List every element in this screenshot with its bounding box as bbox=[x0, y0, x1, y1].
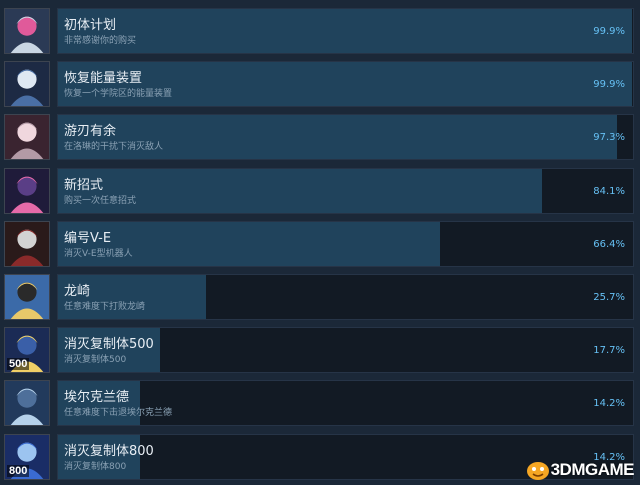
achievement-icon-longqi bbox=[4, 274, 50, 320]
progress-track: 编号V-E 消灭V-E型机器人 66.4% bbox=[57, 221, 634, 267]
progress-track: 埃尔克兰德任意难度下击退埃尔克兰德 14.2% bbox=[57, 380, 634, 426]
achievement-icon-blade bbox=[4, 114, 50, 160]
achievement-row[interactable]: 500 消灭复制体500 消灭复制体500 17.7% bbox=[0, 325, 640, 378]
achievement-icon-energy-device bbox=[4, 61, 50, 107]
unlock-percentage: 25.7% bbox=[593, 292, 625, 303]
progress-fill bbox=[58, 9, 633, 53]
achievement-row[interactable]: 新招式购买一次任意招式 84.1% bbox=[0, 166, 640, 219]
achievement-row[interactable]: 初体计划非常感谢你的购买 99.9% bbox=[0, 6, 640, 59]
achievement-icon-new-move bbox=[4, 168, 50, 214]
achievement-description: 非常感谢你的购买 bbox=[64, 36, 137, 46]
achievement-title: 游刃有余 bbox=[64, 124, 117, 139]
progress-fill bbox=[58, 62, 633, 106]
watermark-text: 3DMGAME bbox=[550, 460, 635, 479]
achievement-description: 恢复一个学院区的能量装置 bbox=[64, 89, 173, 99]
achievement-title: 新招式 bbox=[64, 178, 104, 193]
watermark-logo-icon bbox=[526, 462, 549, 480]
progress-fill bbox=[58, 222, 440, 266]
progress-track: 新招式购买一次任意招式 84.1% bbox=[57, 168, 634, 214]
unlock-percentage: 14.2% bbox=[593, 398, 625, 409]
progress-track: 龙崎任意难度下打败龙崎 25.7% bbox=[57, 274, 634, 320]
achievement-description: 消灭V-E型机器人 bbox=[64, 249, 133, 259]
unlock-percentage: 97.3% bbox=[593, 132, 625, 143]
achievement-description: 消灭复制体500 bbox=[64, 355, 127, 365]
achievement-description: 购买一次任意招式 bbox=[64, 196, 137, 206]
achievement-description: 任意难度下击退埃尔克兰德 bbox=[64, 408, 173, 418]
progress-track: 恢复能量装置恢复一个学院区的能量装置 99.9% bbox=[57, 61, 634, 107]
unlock-percentage: 99.9% bbox=[593, 26, 625, 37]
achievement-icon-clone-800: 800 bbox=[4, 434, 50, 480]
achievement-row[interactable]: 游刃有余在洛琳的干扰下消灭敌人 97.3% bbox=[0, 112, 640, 165]
progress-fill bbox=[58, 115, 618, 159]
achievement-icon-robot bbox=[4, 221, 50, 267]
achievement-title: 消灭复制体800 bbox=[64, 444, 154, 459]
achievement-row[interactable]: 恢复能量装置恢复一个学院区的能量装置 99.9% bbox=[0, 59, 640, 112]
progress-track: 消灭复制体500 消灭复制体500 17.7% bbox=[57, 327, 634, 373]
achievement-row[interactable]: 埃尔克兰德任意难度下击退埃尔克兰德 14.2% bbox=[0, 378, 640, 431]
achievement-description: 消灭复制体800 bbox=[64, 462, 127, 472]
achievement-title: 恢复能量装置 bbox=[64, 71, 143, 86]
count-badge: 800 bbox=[7, 465, 30, 477]
achievement-title: 消灭复制体500 bbox=[64, 337, 154, 352]
achievement-icon-first-plan bbox=[4, 8, 50, 54]
progress-track: 游刃有余在洛琳的干扰下消灭敌人 97.3% bbox=[57, 114, 634, 160]
progress-fill bbox=[58, 169, 542, 213]
unlock-percentage: 99.9% bbox=[593, 79, 625, 90]
watermark: 3DMGAME bbox=[525, 459, 635, 481]
achievement-icon-erkelande bbox=[4, 380, 50, 426]
achievement-description: 在洛琳的干扰下消灭敌人 bbox=[64, 142, 164, 152]
achievement-description: 任意难度下打败龙崎 bbox=[64, 302, 146, 312]
achievement-title: 初体计划 bbox=[64, 18, 117, 33]
achievement-row[interactable]: 龙崎任意难度下打败龙崎 25.7% bbox=[0, 272, 640, 325]
unlock-percentage: 17.7% bbox=[593, 345, 625, 356]
achievement-icon-clone-500: 500 bbox=[4, 327, 50, 373]
achievement-row[interactable]: 编号V-E 消灭V-E型机器人 66.4% bbox=[0, 219, 640, 272]
achievement-title: 龙崎 bbox=[64, 284, 91, 299]
unlock-percentage: 84.1% bbox=[593, 186, 625, 197]
count-badge: 500 bbox=[7, 358, 30, 370]
achievement-title: 埃尔克兰德 bbox=[64, 390, 130, 405]
unlock-percentage: 66.4% bbox=[593, 239, 625, 250]
achievement-title: 编号V-E bbox=[64, 231, 112, 246]
progress-track: 初体计划非常感谢你的购买 99.9% bbox=[57, 8, 634, 54]
